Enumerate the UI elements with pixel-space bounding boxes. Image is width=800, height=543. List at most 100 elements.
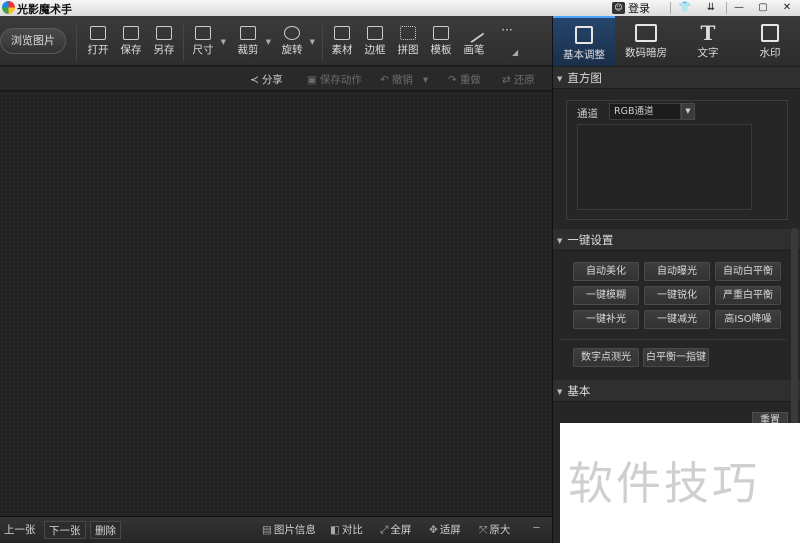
watermark-text: 软件技巧 [568,457,761,510]
login-button[interactable]: ☺ 登录 [612,0,650,16]
template-button[interactable]: 模板 [426,26,456,62]
fullscreen-button[interactable]: ⤢ 全屏 [380,522,411,537]
chevron-down-icon: ▼ [557,388,563,396]
white-balance-finger-button[interactable]: 白平衡一指键 [643,348,709,367]
menu-icon[interactable]: ⇊ [700,0,722,16]
high-iso-denoise-button[interactable]: 高ISO降噪 [715,310,781,329]
redo-label: 重做 [459,74,481,86]
chevron-down-icon[interactable]: ▼ [221,38,226,46]
chevron-down-icon: ▼ [557,237,563,245]
collage-button[interactable]: 拼图 [393,26,423,62]
resize-icon [195,26,211,40]
tab-label: 水印 [759,47,781,59]
brush-button[interactable]: 画笔 [459,22,489,62]
spot-metering-button[interactable]: 数字点测光 [573,348,639,367]
crop-button[interactable]: 裁剪 ▼ [233,26,271,62]
tab-watermark[interactable]: 水印 [739,16,800,66]
zoom-slider[interactable]: − [532,522,543,534]
resize-button[interactable]: 尺寸 ▼ [188,26,226,62]
watermark-overlay: 软件技巧 [560,423,800,543]
watermark-icon [761,24,779,42]
chevron-down-icon[interactable]: ▾ [423,74,428,86]
image-canvas[interactable] [0,92,552,516]
panel-scrollbar[interactable] [791,228,798,428]
border-button[interactable]: 边框 [360,26,390,62]
save-action-label: 保存动作 [319,74,362,86]
auto-white-balance-button[interactable]: 自动白平衡 [715,262,781,281]
prev-image-button[interactable]: 上一张 [0,521,40,539]
tab-darkroom[interactable]: 数码暗房 [615,16,677,66]
strict-white-balance-button[interactable]: 严重白平衡 [715,286,781,305]
browse-images-button[interactable]: 浏览图片 [0,28,66,54]
darkroom-icon [635,24,657,42]
fullscreen-icon: ⤢ [380,524,389,536]
save-as-icon [156,26,172,40]
save-as-label: 另存 [153,44,175,56]
save-button[interactable]: 保存 [116,26,146,62]
app-title: 光影魔术手 [17,3,72,16]
brush-icon [463,22,485,44]
histogram-box: 通道 RGB通道 ▼ [566,100,788,220]
collage-label: 拼图 [397,44,419,56]
basic-header[interactable]: ▼ 基本 [553,380,800,402]
restore-label: 还原 [513,74,535,86]
original-size-button[interactable]: ⤧ 原大 [479,522,510,537]
rotate-button[interactable]: 旋转 ▼ [277,26,315,62]
close-icon[interactable]: ✕ [776,0,798,16]
crop-label: 裁剪 [237,44,259,56]
border-icon [367,26,383,40]
minimize-icon[interactable]: — [728,0,750,16]
reduce-light-button[interactable]: 一键减光 [644,310,710,329]
panel-tabs: 基本调整 数码暗房 T 文字 水印 [552,16,800,66]
chevron-down-icon[interactable]: ▼ [266,38,271,46]
next-image-button[interactable]: 下一张 [44,521,86,539]
auto-beautify-button[interactable]: 自动美化 [573,262,639,281]
chevron-down-icon[interactable]: ▼ [310,38,315,46]
main-toolbar: 浏览图片 打开 保存 另存 尺寸 ▼ 裁剪 ▼ 旋转 ▼ 素材 边框 拼图 模板… [0,16,552,66]
redo-button[interactable]: ↷ 重做 [448,72,481,87]
channel-select[interactable]: RGB通道 [609,103,681,120]
chevron-down-icon: ▼ [557,75,563,83]
fill-light-button[interactable]: 一键补光 [573,310,639,329]
rotate-icon [284,26,300,40]
share-button[interactable]: ≺ 分享 [250,72,283,87]
fit-screen-button[interactable]: ✥ 适屏 [429,522,461,537]
tab-label: 基本调整 [563,49,605,61]
basic-adjust-icon [575,26,593,44]
original-size-icon: ⤧ [479,524,488,536]
maximize-icon[interactable]: ▢ [752,0,774,16]
compare-button[interactable]: ◧ 对比 [330,522,363,537]
tab-text[interactable]: T 文字 [677,16,739,66]
delete-button[interactable]: 删除 [90,521,121,539]
redo-icon: ↷ [448,74,457,86]
expand-toolbar-icon[interactable]: ◢ [512,48,518,57]
oneclick-header[interactable]: ▼ 一键设置 [553,229,800,251]
undo-icon: ↶ [380,74,389,86]
save-action-button[interactable]: ▣ 保存动作 [307,72,362,87]
open-icon [90,26,106,40]
image-info-label: 图片信息 [273,524,316,536]
crop-icon [240,26,256,40]
login-label: 登录 [628,2,650,15]
chevron-down-icon[interactable]: ▼ [681,103,695,120]
restore-button[interactable]: ⇄ 还原 [502,72,535,87]
border-label: 边框 [364,44,386,56]
one-click-sharpen-button[interactable]: 一键锐化 [644,286,710,305]
divider [322,24,323,60]
auto-exposure-button[interactable]: 自动曝光 [644,262,710,281]
one-click-blur-button[interactable]: 一键模糊 [573,286,639,305]
material-icon [334,26,350,40]
share-label: 分享 [261,74,283,86]
save-as-button[interactable]: 另存 [149,26,179,62]
fullscreen-label: 全屏 [390,524,412,536]
histogram-graph [577,124,752,210]
image-info-button[interactable]: ▤ 图片信息 [262,522,316,537]
divider [726,2,727,14]
tab-basic-adjust[interactable]: 基本调整 [553,16,615,66]
undo-button[interactable]: ↶ 撤销 ▾ [380,72,428,87]
histogram-header[interactable]: ▼ 直方图 [553,67,800,89]
open-button[interactable]: 打开 [83,26,113,62]
skin-icon[interactable]: 👕 [674,0,696,16]
material-button[interactable]: 素材 [327,26,357,62]
histogram-title: 直方图 [567,71,602,85]
